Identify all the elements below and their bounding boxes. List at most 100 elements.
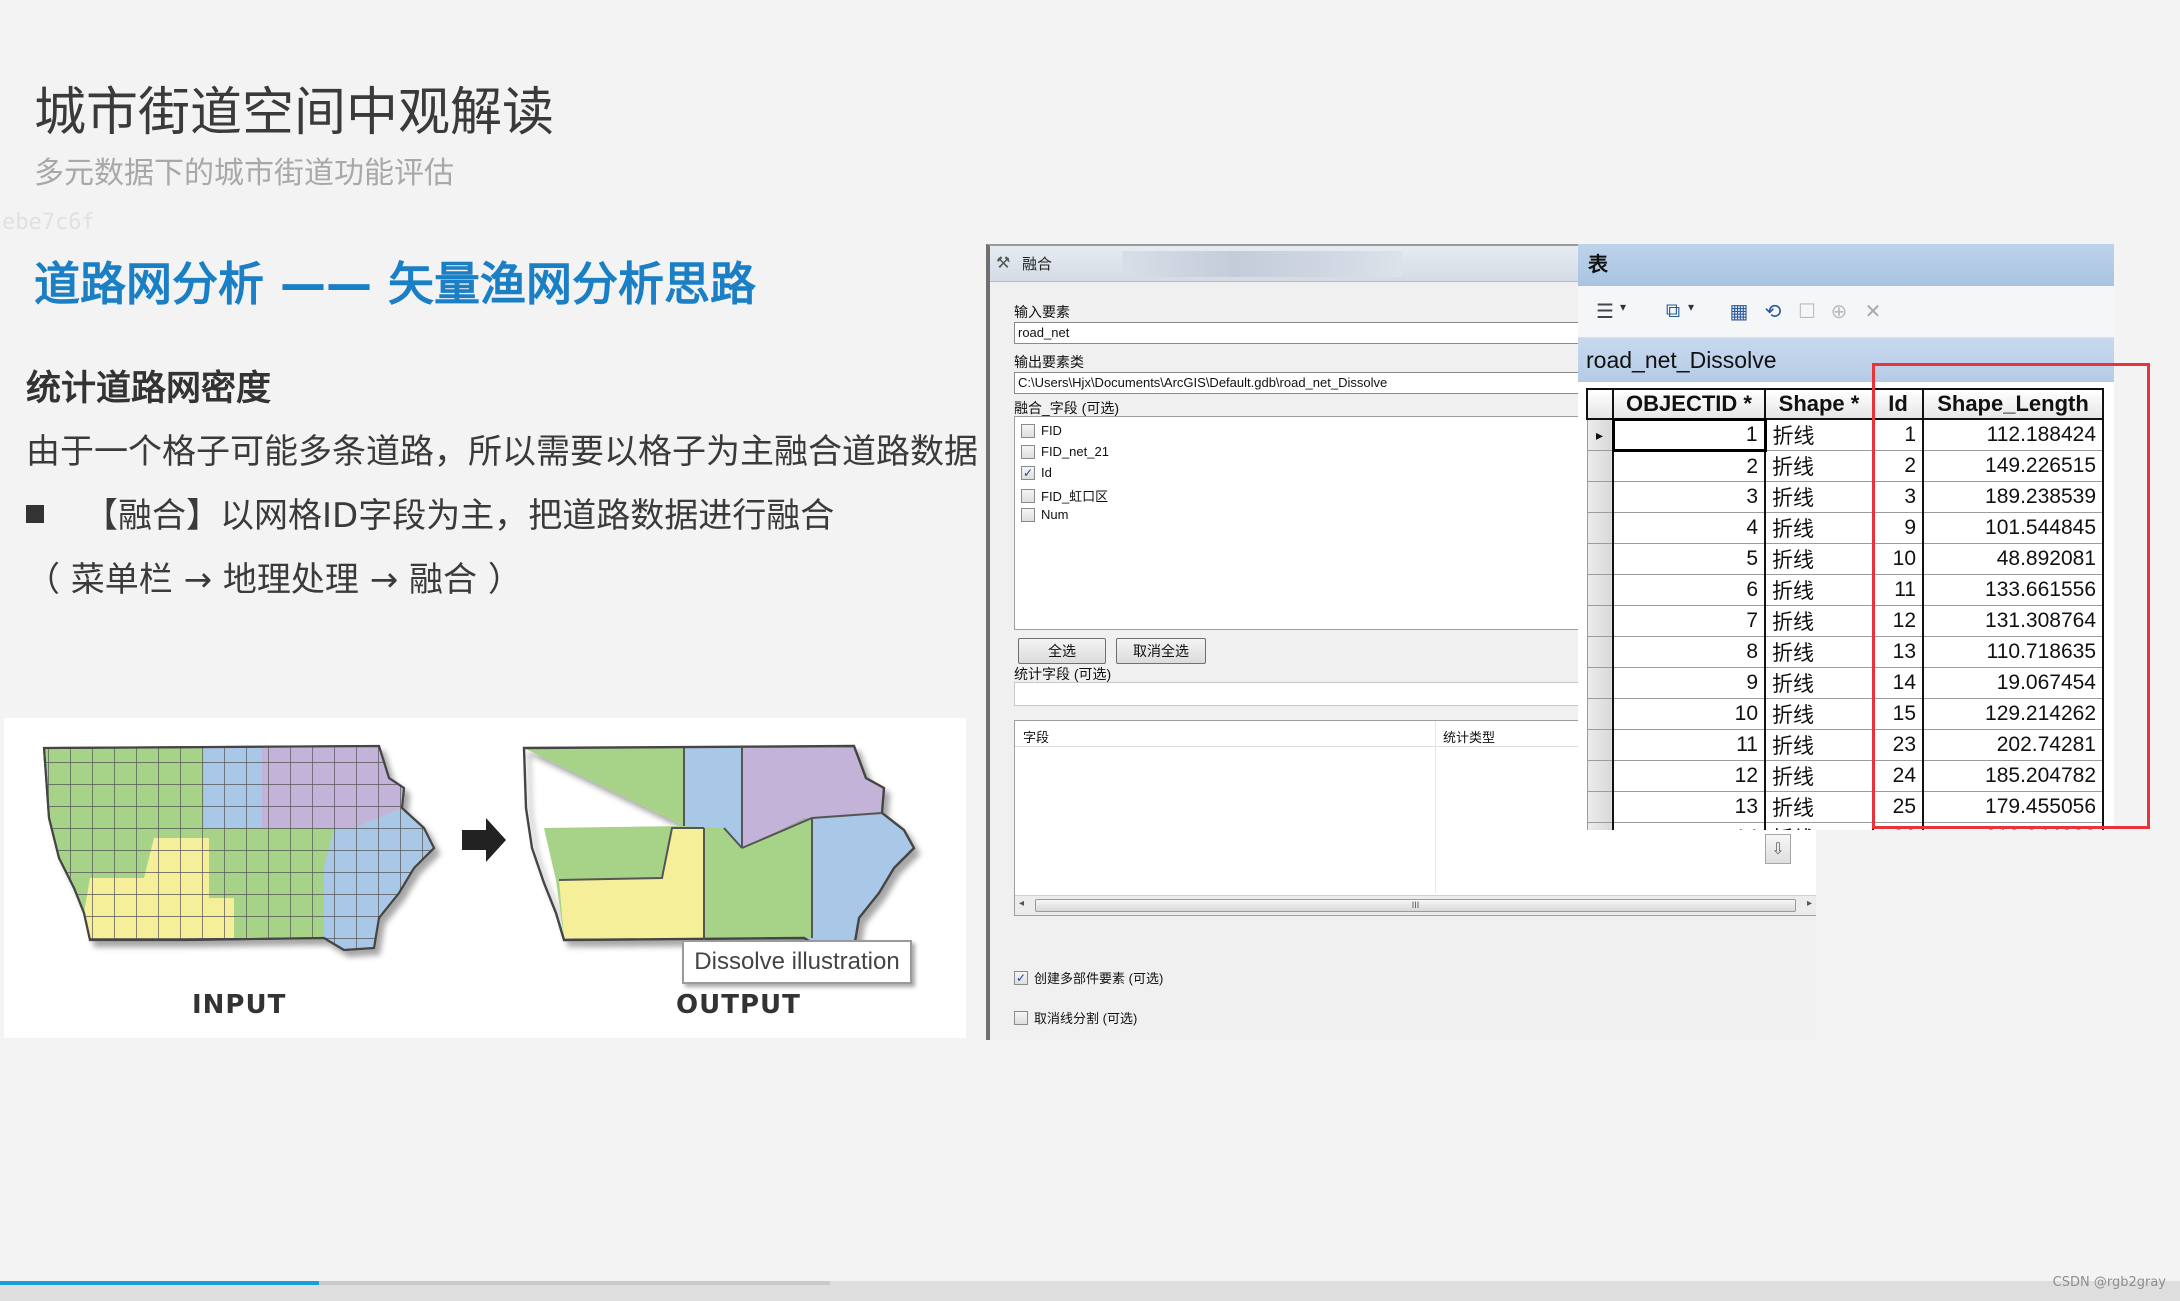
clear-selection-icon[interactable]: ☐ [1794,298,1820,324]
row-selector[interactable] [1586,791,1614,823]
cell-objectid: 1 [1611,417,1767,452]
table-row[interactable]: 2 折线 2 149.226515 [1586,450,2104,482]
table-layer-tab[interactable]: road_net_Dissolve [1578,338,2114,382]
table-row[interactable]: 7 折线 12 131.308764 [1586,605,2104,637]
field-checkbox[interactable] [1021,444,1035,459]
cell-shape: 折线 [1764,636,1874,668]
field-checkbox[interactable] [1021,423,1035,438]
row-selector[interactable] [1586,667,1614,699]
field-name: Num [1041,507,1069,522]
field-item-id[interactable]: ✓ Id [1021,465,1052,480]
cell-shape: 折线 [1764,667,1874,699]
column-header-objectid[interactable]: OBJECTID * [1612,388,1766,420]
row-selector[interactable] [1586,450,1614,482]
field-name: FID_net_21 [1041,444,1109,459]
row-selector[interactable] [1586,481,1614,513]
cell-id: 11 [1872,574,1924,606]
field-checkbox-checked[interactable]: ✓ [1021,465,1035,480]
cell-shape: 折线 [1764,605,1874,637]
field-name: FID_虹口区 [1041,489,1109,504]
table-header-row: OBJECTID * Shape * Id Shape_Length [1586,388,2104,420]
table-row[interactable]: 3 折线 3 189.238539 [1586,481,2104,513]
output-map [522,744,916,952]
scroll-right-icon[interactable]: ▸ [1807,898,1812,909]
select-by-attributes-icon[interactable]: ▦ [1726,298,1752,324]
table-row[interactable]: ▸ 1 折线 1 112.188424 [1586,417,2104,452]
attribute-grid: OBJECTID * Shape * Id Shape_Length ▸ 1 折线 1… [1586,388,2110,830]
column-header-shape-length[interactable]: Shape_Length [1922,388,2104,420]
cell-objectid: 3 [1612,481,1766,513]
current-row-pointer-icon[interactable]: ▸ [1586,418,1614,451]
scroll-left-icon[interactable]: ◂ [1019,898,1024,909]
table-row[interactable]: 11 折线 23 202.74281 [1586,729,2104,761]
zoom-to-selected-icon[interactable]: ⊕ [1826,298,1852,324]
cell-shape: 折线 [1764,822,1874,830]
field-item-fid-district[interactable]: FID_虹口区 [1021,486,1108,505]
table-titlebar[interactable]: 表 [1578,244,2114,286]
multipart-checkbox[interactable]: ✓ [1014,970,1028,985]
cell-shape-length: 133.661556 [1922,574,2104,606]
row-selector[interactable] [1586,636,1614,668]
field-checkbox[interactable] [1021,488,1035,503]
cell-shape-length: 131.308764 [1922,605,2104,637]
cell-shape-length: 19.067454 [1922,667,2104,699]
table-row[interactable]: 5 折线 10 48.892081 [1586,543,2104,575]
cell-shape-length: 112.188424 [1922,418,2104,451]
body-line-1: 由于一个格子可能多条道路，所以需要以格子为主融合道路数据 [26,432,978,472]
cell-shape: 折线 [1764,760,1874,792]
multipart-option[interactable]: ✓ 创建多部件要素 (可选) [1014,968,1163,987]
cell-id: 12 [1872,605,1924,637]
select-all-button[interactable]: 全选 [1018,638,1106,664]
field-item-fid[interactable]: FID [1021,423,1062,438]
row-selector[interactable] [1586,822,1614,830]
cell-id: 10 [1872,543,1924,575]
cell-objectid: 2 [1612,450,1766,482]
table-row[interactable]: 13 折线 25 179.455056 [1586,791,2104,823]
row-selector[interactable] [1586,760,1614,792]
chevron-down-icon[interactable]: ▾ [1688,300,1694,314]
cell-objectid: 4 [1612,512,1766,544]
menu-path-line: （ 菜单栏 → 地理处理 → 融合 ） [26,560,522,600]
clear-all-button[interactable]: 取消全选 [1116,638,1206,664]
cell-shape-length: 189.238539 [1922,481,2104,513]
row-selector-header[interactable] [1586,388,1614,420]
switch-selection-icon[interactable]: ⟲ [1760,298,1786,324]
row-selector[interactable] [1586,543,1614,575]
titlebar-background [1122,250,1403,277]
table-row[interactable]: 12 折线 24 185.204782 [1586,760,2104,792]
field-item-num[interactable]: Num [1021,507,1068,522]
move-down-arrow-icon[interactable]: ⇩ [1765,834,1791,864]
chevron-down-icon[interactable]: ▾ [1620,300,1626,314]
cell-objectid: 9 [1612,667,1766,699]
output-class-label: 输出要素类 [1014,354,1084,370]
column-header-id[interactable]: Id [1872,388,1924,420]
table-row[interactable]: 9 折线 14 19.067454 [1586,667,2104,699]
delete-selected-icon[interactable]: ✕ [1860,298,1886,324]
table-row[interactable]: 10 折线 15 129.214262 [1586,698,2104,730]
field-item-fid-net-21[interactable]: FID_net_21 [1021,444,1109,459]
table-row[interactable]: 8 折线 13 110.718635 [1586,636,2104,668]
slide-subtitle: 多元数据下的城市街道功能评估 [34,156,454,191]
horizontal-scrollbar[interactable]: ◂ III ▸ [1015,895,1816,915]
unsplit-option[interactable]: 取消线分割 (可选) [1014,1008,1137,1027]
column-header-shape[interactable]: Shape * [1764,388,1874,420]
scroll-thumb[interactable]: III [1035,899,1796,912]
related-tables-icon[interactable]: ⧉ [1660,298,1686,324]
row-selector[interactable] [1586,605,1614,637]
table-row[interactable]: 6 折线 11 133.661556 [1586,574,2104,606]
row-selector[interactable] [1586,574,1614,606]
cell-shape-length: 129.214262 [1922,698,2104,730]
row-selector[interactable] [1586,512,1614,544]
table-row[interactable]: 14折线26212.844233 [1586,822,2104,830]
field-checkbox[interactable] [1021,507,1035,522]
table-body: ▸ 1 折线 1 112.188424 2 折线 2 149.226515 3 折线 3 189.238… [1586,417,2104,830]
table-row[interactable]: 4 折线 9 101.544845 [1586,512,2104,544]
dissolve-fields-label: 融合_字段 (可选) [1014,400,1119,416]
unsplit-checkbox[interactable] [1014,1010,1028,1025]
table-options-icon[interactable]: ☰ [1592,298,1618,324]
row-selector[interactable] [1586,698,1614,730]
arrow-right-icon [462,818,506,862]
row-selector[interactable] [1586,729,1614,761]
cell-objectid: 5 [1612,543,1766,575]
cell-id: 3 [1872,481,1924,513]
